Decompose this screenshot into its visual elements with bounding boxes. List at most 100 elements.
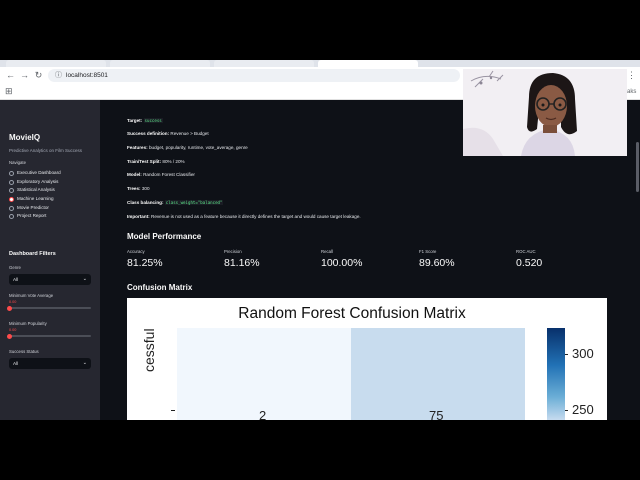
min-vote-label: Minimum Vote Average [9, 293, 54, 298]
browser-tab-active[interactable] [318, 60, 418, 67]
model-line: Model: Random Forest Classifier [127, 172, 195, 177]
metric-value: 89.60% [419, 257, 455, 269]
nav-statistical-analysis[interactable]: Statistical Analysis [9, 186, 99, 194]
balancing-value: class_weight="balanced" [164, 200, 224, 205]
features-label: Features: [127, 145, 148, 150]
browser-menu-icon[interactable]: ⋮ [627, 70, 636, 81]
success-status-value: All [13, 360, 19, 366]
url-text: localhost:8501 [66, 72, 108, 79]
success-status-select[interactable]: All ⌄ [9, 358, 91, 369]
genre-select[interactable]: All ⌄ [9, 274, 91, 285]
metric-label: Recall [321, 249, 333, 254]
success-def-value: Revenue > Budget [170, 131, 209, 136]
heatmap-cell-0-0 [177, 328, 351, 420]
slider-handle[interactable] [7, 305, 12, 311]
metric-value: 81.25% [127, 257, 163, 269]
metric-f1-score: F1 Score 89.60% [419, 249, 514, 269]
metric-label: Accuracy [127, 249, 145, 254]
app-title: MovieIQ [9, 133, 41, 142]
colorbar [547, 328, 565, 420]
browser-tab[interactable] [214, 60, 314, 67]
features-line: Features: budget, popularity, runtime, v… [127, 145, 248, 150]
success-definition-line: Success definition: Revenue > Budget [127, 131, 209, 136]
reload-icon[interactable]: ↻ [33, 70, 44, 81]
metric-accuracy: Accuracy 81.25% [127, 249, 222, 269]
slider-handle[interactable] [7, 333, 12, 339]
nav-machine-learning[interactable]: Machine Learning [9, 195, 99, 203]
nav-exploratory-analysis[interactable]: Exploratory Analysis [9, 178, 99, 186]
nav-item-label: Statistical Analysis [17, 187, 55, 192]
metric-label: ROC AUC [516, 249, 536, 254]
features-value: budget, popularity, runtime, vote_averag… [148, 145, 248, 150]
radio-icon[interactable] [9, 187, 14, 193]
split-label: Train/Test Split: [127, 159, 162, 164]
nav-movie-predictor[interactable]: Movie Predictor [9, 204, 99, 212]
apps-grid-icon[interactable]: ⊞ [5, 86, 13, 97]
app-subtitle: Predictive Analytics on Film Success [9, 148, 83, 153]
metric-label: F1 Score [419, 249, 437, 254]
trees-line: Trees: 300 [127, 186, 150, 191]
colorbar-tick [565, 354, 568, 355]
metric-value: 81.16% [224, 257, 260, 269]
min-popularity-slider[interactable] [7, 333, 91, 339]
colorbar-tick [565, 410, 568, 411]
chevron-down-icon: ⌄ [82, 360, 87, 366]
forward-icon[interactable]: → [19, 70, 30, 81]
bookmark-item[interactable]: aks [627, 88, 636, 96]
browser-tab[interactable] [110, 60, 210, 67]
browser-tab[interactable] [6, 60, 106, 67]
y-axis-tick [171, 410, 175, 411]
browser-tab-strip [0, 60, 640, 67]
radio-selected-icon[interactable] [9, 196, 14, 202]
heatmap-cell-label: 75 [429, 408, 444, 420]
site-info-icon[interactable]: ⓘ [55, 71, 62, 80]
webcam-person-image [463, 69, 627, 156]
heatmap-cell-0-1 [351, 328, 525, 420]
balancing-label: Class balancing: [127, 200, 164, 205]
sidebar: MovieIQ Predictive Analytics on Film Suc… [0, 100, 100, 420]
important-value: Revenue is not used as a feature because… [151, 214, 361, 219]
metric-value: 100.00% [321, 257, 363, 269]
nav-executive-dashboard[interactable]: Executive Dashboard [9, 169, 99, 177]
important-label: Important: [127, 214, 150, 219]
back-icon[interactable]: ← [5, 70, 16, 81]
target-line: Target: success [127, 118, 163, 123]
split-value: 80% / 20% [162, 159, 185, 164]
metric-value: 0.520 [516, 257, 543, 269]
min-vote-slider[interactable] [7, 305, 91, 311]
address-bar[interactable]: ⓘ localhost:8501 [48, 69, 460, 82]
metric-recall: Recall 100.00% [321, 249, 416, 269]
nav-item-label: Machine Learning [17, 196, 54, 201]
min-vote-value: 0.00 [9, 300, 17, 304]
nav-item-label: Project Report [17, 213, 47, 218]
genre-value: All [13, 276, 19, 282]
nav-project-report[interactable]: Project Report [9, 212, 99, 220]
model-value: Random Forest Classifier [143, 172, 195, 177]
colorbar-tick-label: 250 [572, 402, 594, 417]
chart-title: Random Forest Confusion Matrix [238, 305, 466, 322]
confusion-matrix-chart: Random Forest Confusion Matrix 2 75 cess… [127, 298, 607, 420]
min-popularity-value: 0.00 [9, 328, 17, 332]
important-line: Important: Revenue is not used as a feat… [127, 214, 361, 219]
navigate-label: Navigate [9, 160, 26, 165]
confusion-matrix-title: Confusion Matrix [127, 283, 193, 292]
radio-icon[interactable] [9, 179, 14, 185]
nav-item-label: Exploratory Analysis [17, 179, 59, 184]
radio-icon[interactable] [9, 170, 14, 176]
nav-item-label: Movie Predictor [17, 205, 49, 210]
model-performance-title: Model Performance [127, 232, 202, 241]
chevron-down-icon: ⌄ [82, 276, 87, 282]
radio-icon[interactable] [9, 213, 14, 219]
min-popularity-label: Minimum Popularity [9, 321, 47, 326]
y-axis-label: cessful [141, 328, 157, 372]
trees-label: Trees: [127, 186, 141, 191]
main-scrollbar[interactable] [636, 142, 639, 192]
radio-icon[interactable] [9, 205, 14, 211]
trees-value: 300 [141, 186, 150, 191]
metric-roc-auc: ROC AUC 0.520 [516, 249, 611, 269]
heatmap-cell-label: 2 [259, 408, 267, 420]
balancing-line: Class balancing: class_weight="balanced" [127, 200, 224, 205]
metric-label: Precision [224, 249, 242, 254]
filters-title: Dashboard Filters [9, 251, 56, 257]
webcam-overlay [463, 69, 627, 156]
